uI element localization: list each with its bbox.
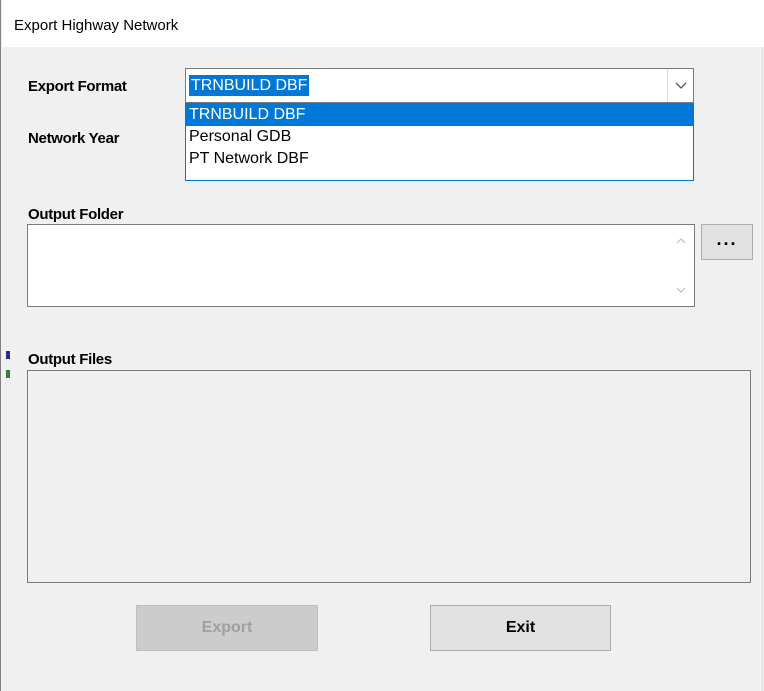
export-format-option-pt-network-dbf[interactable]: PT Network DBF [186,148,693,170]
output-files-list[interactable] [27,370,751,583]
output-files-label: Output Files [28,351,112,368]
title-bar[interactable]: Export Highway Network [2,0,764,47]
output-folder-textbox[interactable] [27,224,695,307]
chevron-up-icon [676,238,686,244]
export-format-dropdown-button[interactable] [667,69,693,102]
output-folder-label: Output Folder [28,206,124,223]
export-button[interactable]: Export [136,605,318,651]
scroll-up-button[interactable] [668,229,694,253]
export-format-dropdown-list: TRNBUILD DBF Personal GDB PT Network DBF [185,103,694,181]
window-title: Export Highway Network [14,17,179,34]
output-folder-scrollbar[interactable] [668,225,694,306]
network-year-label: Network Year [28,130,120,147]
browse-folder-button[interactable]: ... [701,224,753,260]
edge-marker-green [6,370,10,378]
export-format-label: Export Format [28,78,127,95]
scroll-down-button[interactable] [668,278,694,302]
export-format-option-trnbuild-dbf[interactable]: TRNBUILD DBF [186,104,693,126]
edge-marker-blue [6,351,10,359]
export-format-option-personal-gdb[interactable]: Personal GDB [186,126,693,148]
chevron-down-icon [675,82,686,89]
export-highway-network-dialog: Export Highway Network Export Format Net… [0,0,764,691]
chevron-down-icon [676,287,686,293]
export-format-selected-value[interactable]: TRNBUILD DBF [189,75,310,96]
exit-button[interactable]: Exit [430,605,611,651]
export-format-combobox[interactable]: TRNBUILD DBF [185,68,694,103]
